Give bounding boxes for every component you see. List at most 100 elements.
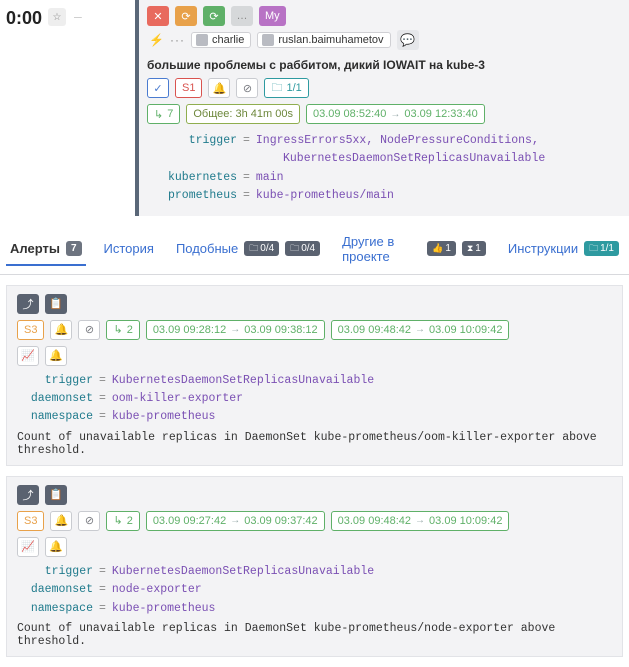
tag-row-2: ↳ 7 Общее: 3h 41m 00s 03.09 08:52:40 → 0… (147, 104, 621, 124)
time-range-tag: 03.09 09:28:12 → 03.09 09:38:12 (146, 320, 325, 340)
chat-button[interactable]: 💬 (397, 30, 419, 50)
copy-icon[interactable]: 📋 (45, 485, 67, 505)
kv-block: trigger=IngressErrors5xx, NodePressureCo… (147, 130, 621, 206)
kv-key-trigger: trigger (17, 372, 93, 390)
time-range-tag-1: 03.09 08:52:40 → 03.09 12:33:40 (306, 104, 485, 124)
bell-tag[interactable]: 🔔 (208, 78, 230, 98)
retry-count: 2 (127, 324, 133, 336)
alert-top-icons: ⤴ 📋 (17, 294, 612, 314)
tab-instructions-label: Инструкции (508, 241, 578, 256)
kv-key-namespace: namespace (17, 408, 93, 426)
incident-header-row: 0:00 ☆ – ✕ ⟳ ⟳ … My ⚡ ··· charlie ruslan… (0, 0, 629, 216)
user-label: charlie (212, 34, 244, 46)
arrow-icon: → (230, 515, 240, 526)
tabs: Алерты 7 История Подобные 🗀0/4 🗀0/4 Друг… (0, 226, 629, 275)
arrow-icon: → (415, 515, 425, 526)
tab-others-badge-2: ⧗1 (462, 241, 486, 256)
mute-tag[interactable]: ⊘ (78, 320, 100, 340)
user-chip-ruslan[interactable]: ruslan.baimuhametov (257, 32, 390, 48)
bell-sub-icon[interactable]: 🔔 (45, 537, 67, 557)
severity-tag[interactable]: S3 (17, 511, 44, 531)
alert-tag-row: S3 🔔 ⊘ ↳ 2 03.09 09:27:42 → 03.09 09:37:… (17, 511, 612, 531)
kv-val-namespace: kube-prometheus (112, 410, 216, 423)
mute-tag[interactable]: ⊘ (236, 78, 258, 98)
time-from: 03.09 09:48:42 (338, 324, 411, 336)
tab-instructions-badge: 🗀1/1 (584, 241, 619, 256)
kv-val-trigger: KubernetesDaemonSetReplicasUnavailable (112, 374, 374, 387)
tab-alerts-label: Алерты (10, 241, 60, 256)
kv-val-kubernetes: main (256, 171, 284, 184)
folder-count-tag[interactable]: 🗀 1/1 (264, 78, 308, 98)
kv-key-namespace: namespace (17, 600, 93, 618)
more-button[interactable]: … (231, 6, 253, 26)
lightning-icon: ⚡ (149, 33, 164, 47)
refresh-green-button[interactable]: ⟳ (203, 6, 225, 26)
time-range-tag: 03.09 09:27:42 → 03.09 09:37:42 (146, 511, 325, 531)
kv-key-daemonset: daemonset (17, 390, 93, 408)
retry-count-tag[interactable]: ↳ 2 (106, 320, 139, 340)
tab-similar-badge-2: 🗀0/4 (285, 241, 320, 256)
graph-icon[interactable]: 📈 (17, 346, 39, 366)
alert-description: Count of unavailable replicas in DaemonS… (17, 618, 612, 648)
arrow-icon: → (230, 324, 240, 335)
alert-top-icons: ⤴ 📋 (17, 485, 612, 505)
tab-others[interactable]: Другие в проекте 👍1 ⧗1 (338, 226, 490, 274)
alert-tag-row: S3 🔔 ⊘ ↳ 2 03.09 09:28:12 → 03.09 09:38:… (17, 320, 612, 340)
tab-similar[interactable]: Подобные 🗀0/4 🗀0/4 (172, 233, 324, 266)
expand-icon[interactable]: ⤴ (17, 294, 39, 314)
alert-card: ⤴ 📋 S3 🔔 ⊘ ↳ 2 03.09 09:28:12 → 03.09 09… (6, 285, 623, 466)
kv-val-namespace: kube-prometheus (112, 602, 216, 615)
time-from: 03.09 09:28:12 (153, 324, 226, 336)
action-row: ✕ ⟳ ⟳ … My (147, 6, 621, 26)
avatar-icon (196, 34, 208, 46)
time-to: 03.09 09:37:42 (244, 515, 317, 527)
bell-tag[interactable]: 🔔 (50, 320, 72, 340)
kv-val-trigger-1: IngressErrors5xx, NodePressureConditions… (256, 134, 539, 147)
kv-val-daemonset: node-exporter (112, 583, 202, 596)
kv-key-trigger: trigger (161, 132, 237, 150)
bell-sub-icon[interactable]: 🔔 (45, 346, 67, 366)
alert-kv-block: trigger=KubernetesDaemonSetReplicasUnava… (17, 561, 612, 618)
expand-icon[interactable]: ⤴ (17, 485, 39, 505)
tab-history[interactable]: История (100, 233, 158, 266)
assign-me-button[interactable]: My (259, 6, 286, 26)
tab-instructions[interactable]: Инструкции 🗀1/1 (504, 233, 623, 266)
dots-icon: ··· (170, 33, 185, 47)
meta-row: ⚡ ··· charlie ruslan.baimuhametov 💬 (147, 30, 621, 50)
close-button[interactable]: ✕ (147, 6, 169, 26)
kv-key-kubernetes: kubernetes (161, 169, 237, 187)
severity-tag[interactable]: S1 (175, 78, 202, 98)
tab-alerts-badge: 7 (66, 241, 82, 256)
mute-tag[interactable]: ⊘ (78, 511, 100, 531)
tab-alerts[interactable]: Алерты 7 (6, 233, 86, 266)
copy-icon[interactable]: 📋 (45, 294, 67, 314)
alert-kv-block: trigger=KubernetesDaemonSetReplicasUnava… (17, 370, 612, 427)
retry-count-tag[interactable]: ↳ 7 (147, 104, 180, 124)
severity-tag[interactable]: S3 (17, 320, 44, 340)
arrow-icon: → (415, 324, 425, 335)
tag-row-1: ✓ S1 🔔 ⊘ 🗀 1/1 (147, 78, 621, 98)
time-to: 03.09 09:38:12 (244, 324, 317, 336)
retry-count-tag[interactable]: ↳ 2 (106, 511, 139, 531)
time-from: 03.09 09:27:42 (153, 515, 226, 527)
user-label: ruslan.baimuhametov (278, 34, 383, 46)
folder-count: 1/1 (286, 82, 301, 94)
tab-history-label: История (104, 241, 154, 256)
alert-sub-icons: 📈 🔔 (17, 537, 612, 557)
refresh-orange-button[interactable]: ⟳ (175, 6, 197, 26)
star-icon[interactable]: ☆ (48, 8, 66, 26)
alert-card: ⤴ 📋 S3 🔔 ⊘ ↳ 2 03.09 09:27:42 → 03.09 09… (6, 476, 623, 657)
kv-key-daemonset: daemonset (17, 581, 93, 599)
bell-tag[interactable]: 🔔 (50, 511, 72, 531)
user-chip-charlie[interactable]: charlie (191, 32, 251, 48)
kv-key-trigger: trigger (17, 563, 93, 581)
tab-others-label: Другие в проекте (342, 234, 421, 264)
retry-count: 7 (167, 108, 173, 120)
timer: 0:00 (6, 8, 42, 29)
ack-check-tag[interactable]: ✓ (147, 78, 169, 98)
graph-icon[interactable]: 📈 (17, 537, 39, 557)
time-from: 03.09 08:52:40 (313, 108, 386, 120)
time-to: 03.09 10:09:42 (429, 324, 502, 336)
arrow-icon: → (390, 109, 400, 120)
timer-column: 0:00 ☆ – (0, 0, 135, 216)
